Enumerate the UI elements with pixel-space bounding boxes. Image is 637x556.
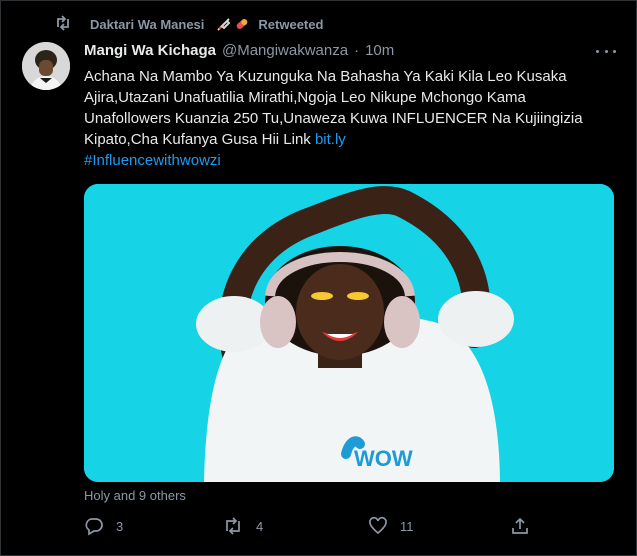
like-button[interactable]: 11 [368, 516, 414, 536]
tweet-body: Achana Na Mambo Ya Kuzunguka Na Bahasha … [84, 66, 604, 171]
retweet-count: 4 [256, 518, 264, 534]
author-handle[interactable]: @Mangiwakwanza [222, 42, 348, 59]
tweet-header: Mangi Wa Kichaga @Mangiwakwanza · 10m [84, 42, 394, 59]
tweet-link[interactable]: bit.ly [315, 131, 346, 148]
liked-by-text[interactable]: Holy and 9 others [84, 488, 186, 503]
syringe-emoji [217, 18, 231, 31]
more-icon[interactable] [596, 42, 616, 60]
avatar[interactable] [22, 42, 70, 90]
tweet-line: Unafollowers Kuanzia 250 Tu,Unaweza Kuwa… [84, 110, 583, 127]
retweeter-name[interactable]: Daktari Wa Manesi [90, 17, 204, 32]
retweet-icon [54, 15, 76, 33]
pill-emoji [237, 19, 248, 29]
reply-button[interactable]: 3 [84, 516, 123, 536]
tweet-line: Kipato,Cha Kufanya Gusa Hii Link [84, 131, 311, 148]
retweeter-emojis [216, 16, 250, 32]
tweet-line-with-link: Kipato,Cha Kufanya Gusa Hii Link bit.ly [84, 129, 604, 150]
share-icon [512, 517, 528, 534]
tweet-line: Achana Na Mambo Ya Kuzunguka Na Bahasha … [84, 68, 567, 85]
like-icon [369, 516, 387, 535]
retweet-button[interactable]: 4 [222, 516, 263, 536]
author-name[interactable]: Mangi Wa Kichaga [84, 42, 216, 59]
share-button[interactable] [510, 516, 530, 536]
reply-icon [85, 518, 103, 536]
retweet-context: Daktari Wa Manesi Retweeted [54, 14, 323, 34]
tweet-line: Ajira,Utazani Unafuatilia Mirathi,Ngoja … [84, 89, 526, 106]
timestamp[interactable]: 10m [365, 42, 394, 59]
tweet-hashtag[interactable]: #Influencewithwowzi [84, 150, 604, 171]
separator: · [354, 42, 360, 59]
retweet-icon [226, 517, 240, 535]
shirt-logo-text: WOW [354, 446, 413, 471]
reply-count: 3 [116, 518, 124, 534]
tweet-actions: 3 4 11 [84, 516, 529, 538]
like-count: 11 [400, 518, 414, 534]
retweeted-label: Retweeted [258, 16, 324, 32]
tweet-image[interactable]: WOW [84, 184, 614, 482]
